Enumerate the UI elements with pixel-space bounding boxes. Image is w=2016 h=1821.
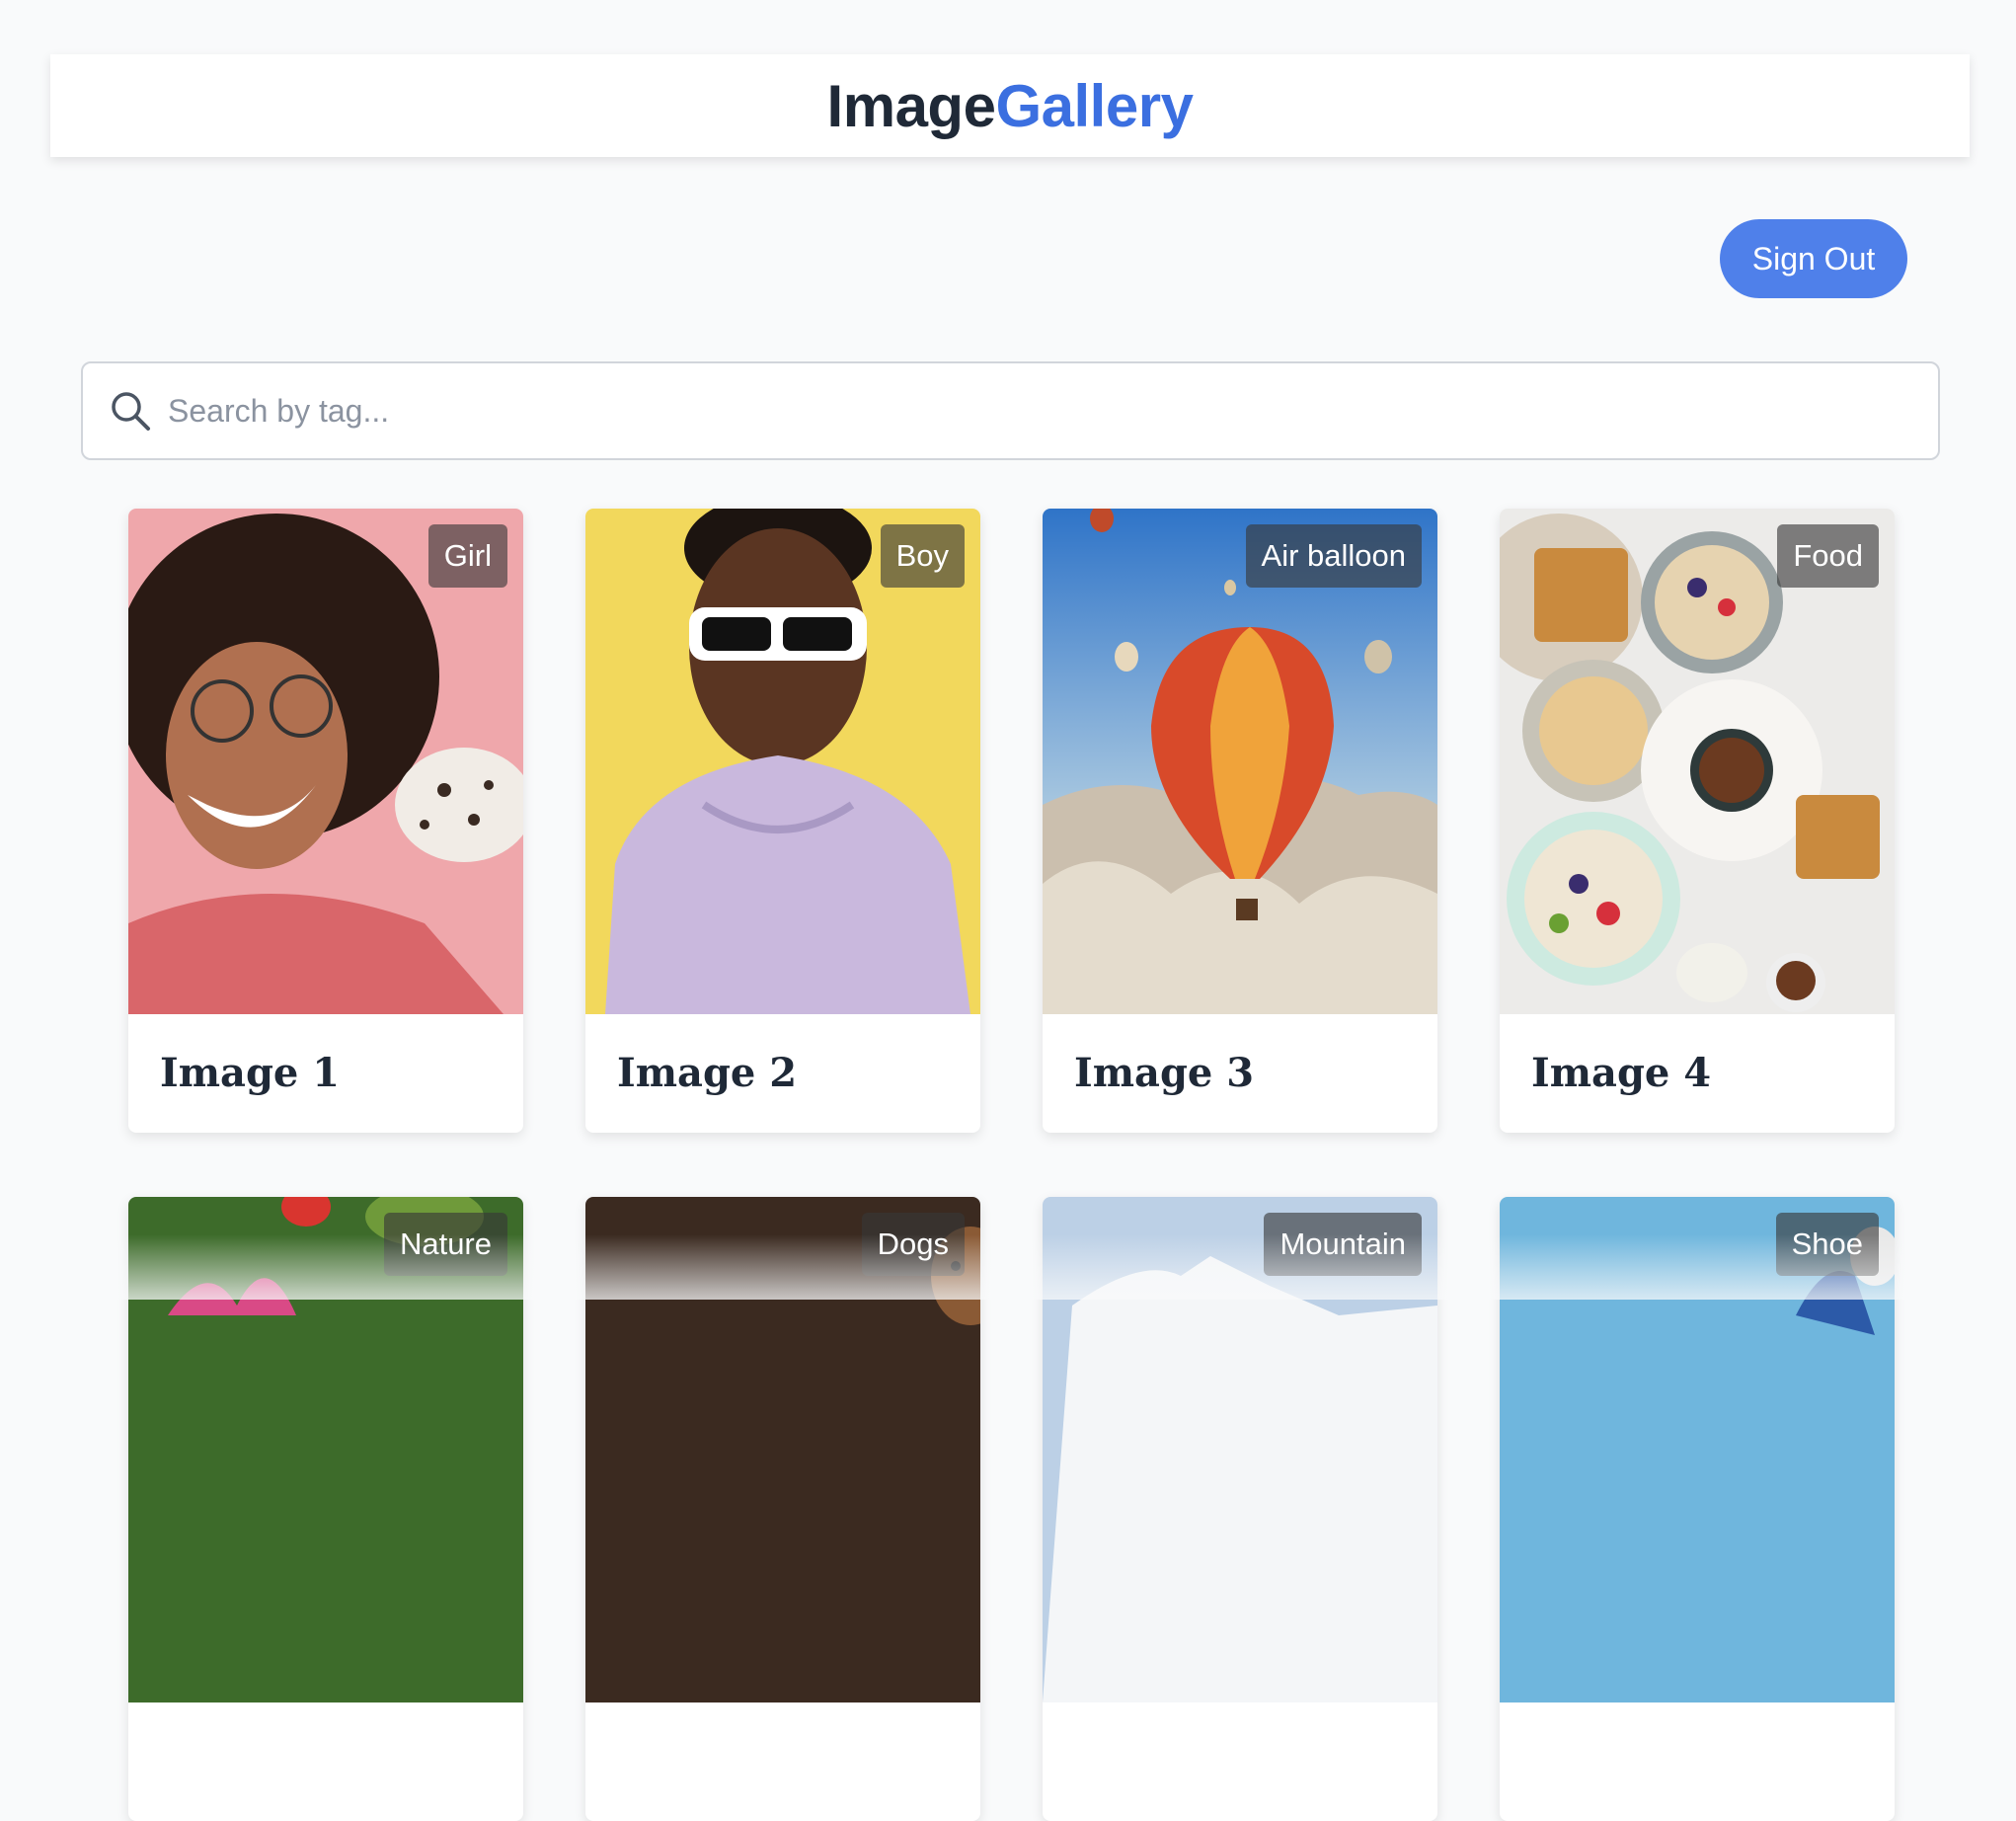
image-title: Image 1 <box>160 1050 341 1096</box>
brand-text-image: Image <box>826 72 996 139</box>
image-card[interactable]: Mountain <box>1043 1197 1437 1821</box>
search-input[interactable] <box>168 392 1846 430</box>
image-card[interactable]: Air balloon Image 3 <box>1043 509 1437 1133</box>
search-bar <box>81 361 1940 460</box>
search-icon <box>112 392 150 431</box>
image-card[interactable]: Boy Image 2 <box>585 509 980 1133</box>
image-tag[interactable]: Nature <box>383 1213 507 1276</box>
image-card[interactable]: Shoe <box>1500 1197 1895 1821</box>
image-card[interactable]: Nature <box>128 1197 523 1821</box>
image-tag[interactable]: Mountain <box>1264 1213 1422 1276</box>
image-title: Image 3 <box>1074 1050 1255 1096</box>
image-tag[interactable]: Food <box>1777 524 1879 588</box>
image-tag[interactable]: Shoe <box>1775 1213 1879 1276</box>
image-title: Image 4 <box>1531 1050 1712 1096</box>
image-card[interactable]: Dogs <box>585 1197 980 1821</box>
image-tag[interactable]: Air balloon <box>1245 524 1422 588</box>
app-header: ImageGallery <box>50 54 1970 157</box>
image-tag[interactable]: Girl <box>427 524 507 588</box>
image-card[interactable]: Food Image 4 <box>1500 509 1895 1133</box>
image-tag[interactable]: Dogs <box>861 1213 965 1276</box>
image-title: Image 2 <box>617 1050 798 1096</box>
image-tag[interactable]: Boy <box>880 524 965 588</box>
sign-out-button[interactable]: Sign Out <box>1720 219 1907 298</box>
brand-text-gallery: Gallery <box>995 72 1194 139</box>
image-card[interactable]: Girl Image 1 <box>128 509 523 1133</box>
brand-logo[interactable]: ImageGallery <box>827 72 1194 140</box>
